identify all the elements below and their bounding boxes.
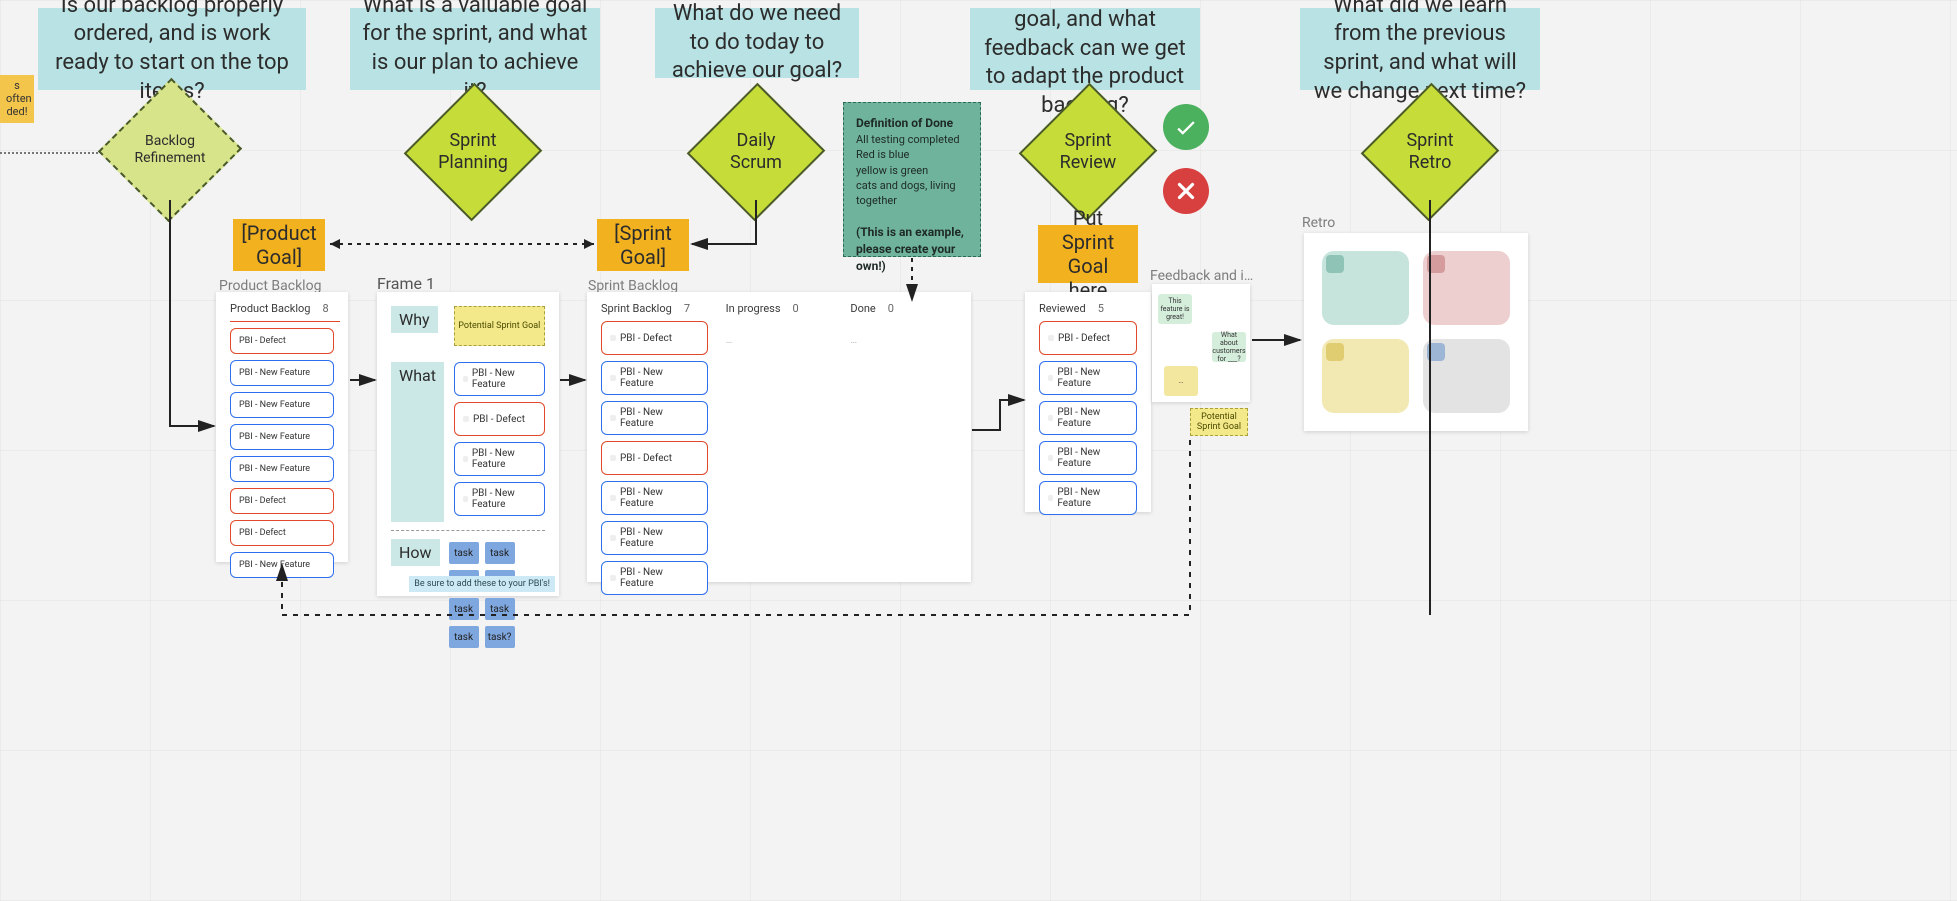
pbi-card[interactable]: PBI - New Feature — [230, 424, 334, 450]
frame1-what-label: What — [391, 362, 444, 522]
sprint-goal-tag[interactable]: [Sprint Goal] — [597, 219, 689, 271]
retro-quadrant-2[interactable] — [1423, 251, 1510, 325]
pbi-card[interactable]: PBI - New Feature — [230, 552, 334, 578]
pbi-card[interactable]: PBI - New Feature — [230, 360, 334, 386]
feedback-note1[interactable]: This feature is great! — [1158, 294, 1192, 324]
pbi-card[interactable]: PBI - New Feature — [1039, 481, 1137, 515]
diamond-label-refinement: Backlog Refinement — [135, 133, 206, 167]
pbi-card[interactable]: PBI - Defect — [454, 402, 545, 436]
diamond-label-daily: Daily Scrum — [730, 130, 782, 173]
feedback-note2[interactable]: What about customers for ___? — [1212, 332, 1246, 362]
pbi-card[interactable]: PBI - Defect — [230, 520, 334, 546]
question-planning[interactable]: What is a valuable goal for the sprint, … — [350, 8, 600, 90]
diamond-sprint-retro[interactable]: Sprint Retro — [1382, 104, 1478, 200]
pbi-card[interactable]: PBI - New Feature — [601, 561, 708, 595]
pbi-card[interactable]: PBI - New Feature — [1039, 361, 1137, 395]
pbi-card[interactable]: PBI - New Feature — [230, 456, 334, 482]
task-chip[interactable]: task — [485, 542, 515, 564]
task-chip[interactable]: task — [449, 626, 479, 648]
cross-icon — [1163, 168, 1209, 214]
dod-line3: yellow is green — [856, 164, 928, 177]
diamond-backlog-refinement[interactable]: Backlog Refinement — [120, 100, 220, 200]
diamond-daily-scrum[interactable]: Daily Scrum — [708, 104, 804, 200]
diamond-label-planning: Sprint Planning — [438, 130, 508, 173]
check-icon — [1163, 104, 1209, 150]
pbi-card[interactable]: PBI - Defect — [601, 441, 708, 475]
dod-line2: Red is blue — [856, 148, 909, 161]
retro-quadrant-4[interactable] — [1423, 339, 1510, 413]
frame1-board[interactable]: Why Potential Sprint Goal What PBI - New… — [377, 292, 559, 596]
diamond-label-retro: Sprint Retro — [1406, 130, 1453, 173]
pbi-card[interactable]: PBI - New Feature — [454, 482, 545, 516]
task-chip[interactable]: task? — [485, 626, 515, 648]
frame1-how-label: How — [391, 539, 440, 566]
retro-quadrant-1[interactable] — [1322, 251, 1409, 325]
question-daily[interactable]: What do we need to do today to achieve o… — [655, 8, 859, 78]
sprint-col-backlog[interactable]: Sprint Backlog7 PBI - DefectPBI - New Fe… — [601, 302, 708, 572]
task-chip[interactable]: task — [485, 598, 515, 620]
product-backlog-board[interactable]: Product Backlog8 PBI - Defect PBI - New F… — [216, 292, 348, 562]
sprint-col-done[interactable]: Done0 … — [850, 302, 957, 572]
task-chip[interactable]: task — [449, 542, 479, 564]
product-goal-tag[interactable]: [Product Goal] — [233, 219, 325, 271]
pbi-card[interactable]: PBI - New Feature — [454, 442, 545, 476]
review-goal-tag[interactable]: Put Sprint Goal here — [1038, 225, 1138, 283]
pbi-card[interactable]: PBI - Defect — [230, 328, 334, 354]
sprint-col-inprogress[interactable]: In progress0 … — [726, 302, 833, 572]
frame1-title: Frame 1 — [377, 274, 435, 293]
dod-line1: All testing completed — [856, 133, 960, 146]
dod-title: Definition of Done — [856, 116, 953, 130]
pbi-card[interactable]: PBI - Defect — [1039, 321, 1137, 355]
feedback-potential-goal[interactable]: Potential Sprint Goal — [1190, 408, 1248, 436]
dod-line4: cats and dogs, living together — [856, 179, 956, 207]
pbi-card[interactable]: PBI - New Feature — [601, 481, 708, 515]
side-note[interactable]: s often ded! — [0, 75, 34, 123]
pbi-card[interactable]: PBI - New Feature — [601, 401, 708, 435]
retro-quadrant-3[interactable] — [1322, 339, 1409, 413]
question-retro[interactable]: What did we learn from the previous spri… — [1300, 8, 1540, 90]
product-backlog-header: Product Backlog8 — [230, 302, 334, 315]
task-chip[interactable]: task — [449, 598, 479, 620]
diamond-label-review: Sprint Review — [1060, 130, 1117, 173]
feedback-title: Feedback and i… — [1150, 268, 1253, 284]
retro-board[interactable] — [1304, 233, 1528, 431]
pbi-card[interactable]: PBI - New Feature — [230, 392, 334, 418]
frame1-why-label: Why — [391, 306, 438, 333]
pbi-card[interactable]: PBI - Defect — [601, 321, 708, 355]
reviewed-board[interactable]: Reviewed5 PBI - DefectPBI - New FeatureP… — [1025, 292, 1151, 512]
pbi-card[interactable]: PBI - Defect — [230, 488, 334, 514]
retro-title: Retro — [1302, 215, 1335, 231]
diamond-sprint-review[interactable]: Sprint Review — [1040, 104, 1136, 200]
frame1-hint: Be sure to add these to your PBI's! — [409, 576, 555, 592]
pbi-card[interactable]: PBI - New Feature — [454, 362, 545, 396]
sprint-board[interactable]: Sprint Backlog7 PBI - DefectPBI - New Fe… — [587, 292, 971, 582]
definition-of-done[interactable]: Definition of Done All testing completed… — [843, 102, 981, 257]
question-review[interactable]: Did we achieve our goal, and what feedba… — [970, 8, 1200, 90]
pbi-card[interactable]: PBI - New Feature — [601, 361, 708, 395]
pbi-card[interactable]: PBI - New Feature — [1039, 401, 1137, 435]
pbi-card[interactable]: PBI - New Feature — [601, 521, 708, 555]
potential-sprint-goal[interactable]: Potential Sprint Goal — [454, 306, 545, 346]
pbi-card[interactable]: PBI - New Feature — [1039, 441, 1137, 475]
diamond-sprint-planning[interactable]: Sprint Planning — [425, 104, 521, 200]
feedback-note3[interactable]: … — [1164, 366, 1198, 396]
feedback-board[interactable]: This feature is great! What about custom… — [1152, 284, 1250, 402]
